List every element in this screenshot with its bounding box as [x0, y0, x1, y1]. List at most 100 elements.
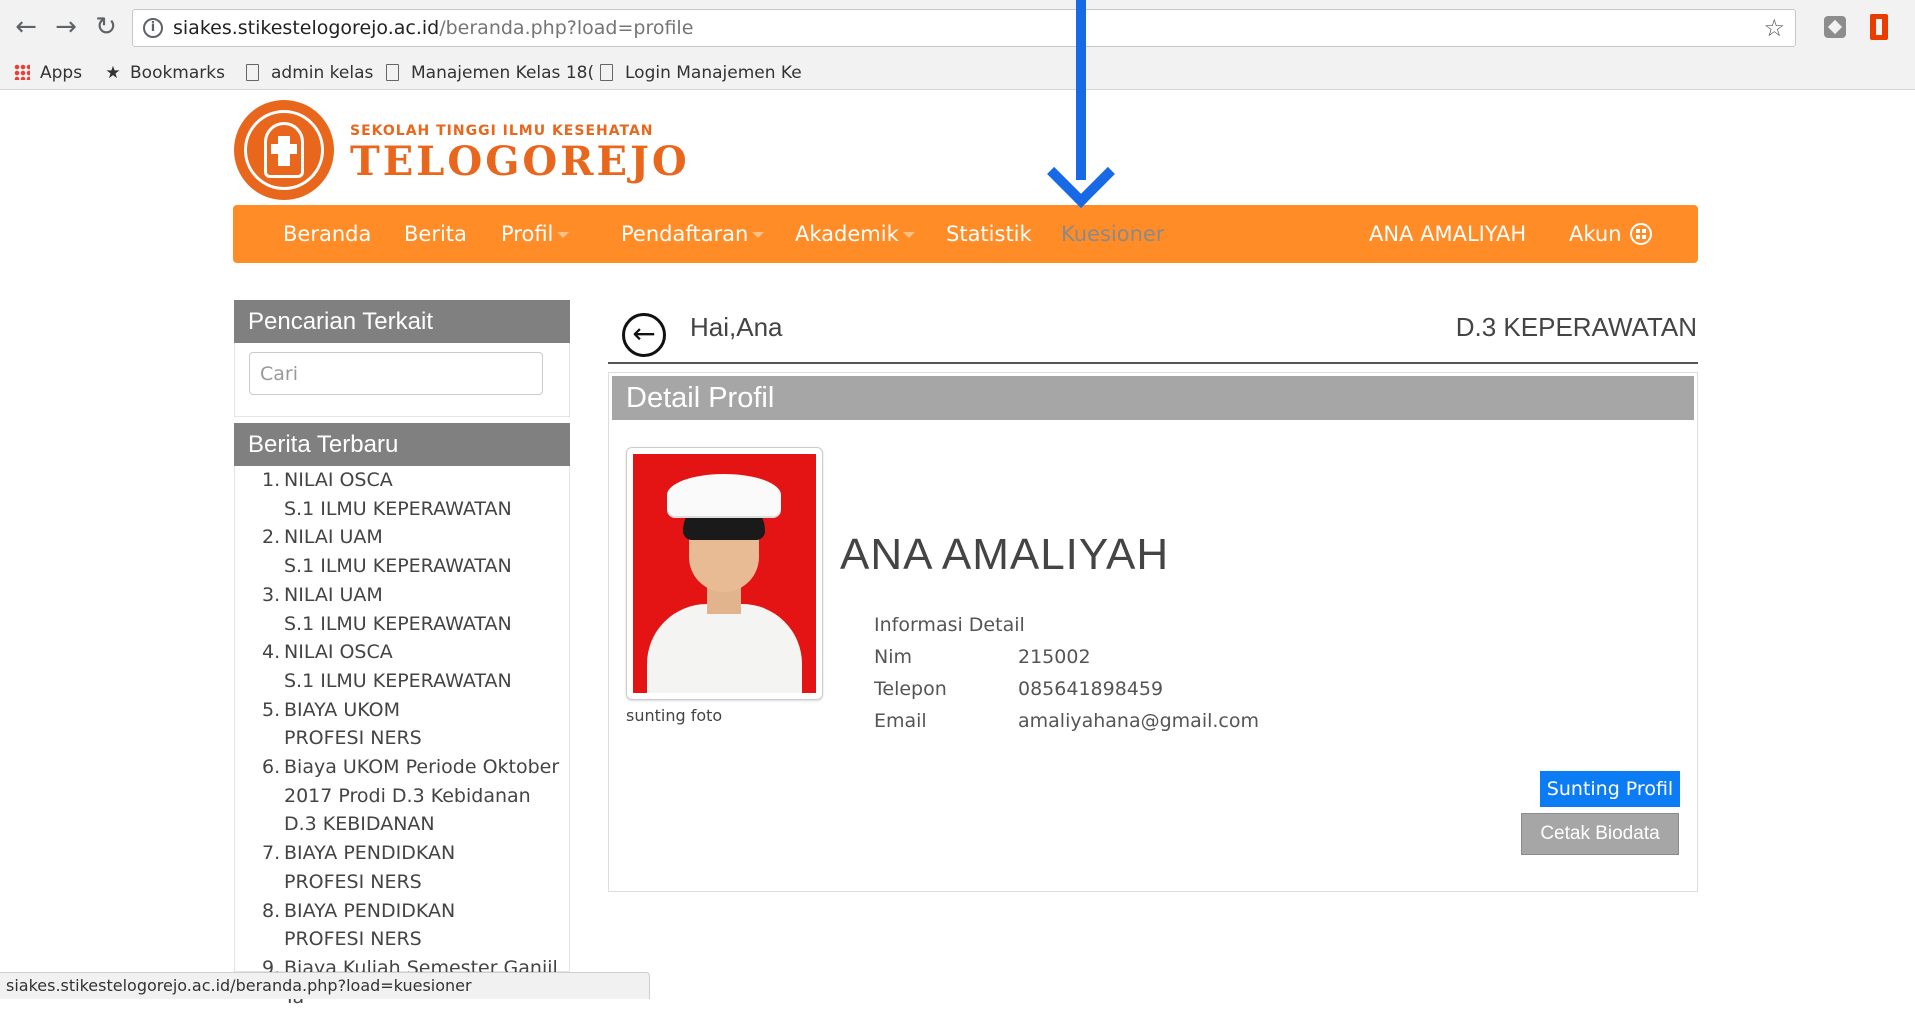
back-arrow-icon[interactable]: ←	[12, 12, 40, 42]
field-label: Nim	[874, 646, 912, 668]
list-item[interactable]: 2. NILAI UAM S.1 ILMU KEPERAWATAN	[262, 523, 562, 580]
edit-photo-link[interactable]: sunting foto	[626, 706, 722, 725]
bookmark-admin-kelas[interactable]: admin kelas	[246, 56, 373, 90]
url-host: siakes.stikestelogorejo.ac.id	[173, 17, 440, 39]
item-number: 3.	[262, 583, 281, 606]
nav-akademik[interactable]: Akademik	[795, 205, 915, 263]
item-number: 6.	[262, 756, 281, 779]
bookmark-label: Manajemen Kelas 18(	[411, 63, 595, 83]
field-label: Email	[874, 710, 927, 732]
logo-title[interactable]: TELOGOREJO	[350, 138, 690, 185]
student-name: ANA AMALIYAH	[840, 530, 1170, 579]
bookmark-login-manajemen[interactable]: Login Manajemen Ke	[600, 56, 802, 90]
profile-photo[interactable]	[626, 447, 823, 700]
bookmarks-bar: Apps ★ Bookmarks admin kelas Manajemen Ke…	[0, 56, 1915, 90]
bookmark-label: Apps	[40, 63, 83, 83]
caret-down-icon	[902, 232, 915, 238]
nav-label: Profil	[501, 222, 554, 246]
news-list: 1. NILAI OSCA S.1 ILMU KEPERAWATAN 2. NILAI…	[262, 466, 562, 1011]
url-path: /beranda.php?load=profile	[439, 17, 694, 39]
field-value: 085641898459	[1018, 678, 1164, 700]
news-title[interactable]: BIAYA PENDIDKAN	[284, 842, 455, 864]
office-extension-icon[interactable]	[1870, 14, 1888, 40]
nav-statistik[interactable]: Statistik	[946, 205, 1032, 263]
news-category: PROFESI NERS	[284, 727, 422, 750]
field-value: 215002	[1018, 646, 1091, 668]
list-item[interactable]: 7. BIAYA PENDIDKAN PROFESI NERS	[262, 839, 562, 896]
logo-emblem-icon[interactable]	[234, 100, 334, 200]
news-panel-title: Berita Terbaru	[234, 423, 570, 466]
item-number: 1.	[262, 469, 281, 491]
nav-pendaftaran[interactable]: Pendaftaran	[621, 205, 765, 263]
news-category: PROFESI NERS	[284, 928, 422, 951]
address-bar[interactable]: i siakes.stikestelogorejo.ac.id/beranda.…	[132, 9, 1796, 47]
status-bar-url: siakes.stikestelogorejo.ac.id/beranda.ph…	[0, 972, 650, 999]
print-biodata-button[interactable]: Cetak Biodata	[1521, 813, 1679, 855]
apps-grid-icon	[14, 64, 30, 80]
news-title[interactable]: NILAI UAM	[284, 526, 383, 548]
page-icon	[246, 64, 259, 81]
info-detail-title: Informasi Detail	[874, 614, 1025, 636]
bookmark-apps[interactable]: Apps	[14, 56, 82, 90]
field-label: Telepon	[874, 678, 947, 700]
bookmark-manajemen-kelas[interactable]: Manajemen Kelas 18(	[386, 56, 594, 90]
news-title[interactable]: BIAYA PENDIDKAN	[284, 900, 455, 922]
news-category: S.1 ILMU KEPERAWATAN	[284, 497, 512, 520]
caret-down-icon	[752, 232, 765, 238]
nav-label: Akademik	[795, 222, 899, 246]
news-category: PROFESI NERS	[284, 870, 422, 893]
page-icon	[386, 64, 399, 81]
bookmark-star-icon[interactable]: ☆	[1763, 14, 1785, 42]
news-category: S.1 ILMU KEPERAWATAN	[284, 555, 512, 578]
info-icon[interactable]: i	[143, 18, 163, 38]
forward-arrow-icon[interactable]: →	[52, 12, 80, 42]
news-category: D.3 KEBIDANAN	[284, 813, 435, 836]
nav-berita[interactable]: Berita	[404, 205, 467, 263]
nav-profil[interactable]: Profil	[501, 205, 570, 263]
info-row-telepon: Telepon 085641898459	[874, 678, 1163, 700]
greeting-text: Hai,Ana	[690, 312, 783, 342]
bookmark-label: Login Manajemen Ke	[625, 63, 802, 83]
nav-label: Akun	[1569, 222, 1622, 246]
study-program: D.3 KEPERAWATAN	[1455, 312, 1697, 342]
list-item[interactable]: 8. BIAYA PENDIDKAN PROFESI NERS	[262, 897, 562, 954]
item-number: 8.	[262, 899, 281, 922]
nav-label: Pendaftaran	[621, 222, 749, 246]
nav-kuesioner[interactable]: Kuesioner	[1061, 205, 1164, 263]
student-portrait	[633, 454, 816, 693]
list-item[interactable]: 5. BIAYA UKOM PROFESI NERS	[262, 696, 562, 753]
url-text[interactable]: siakes.stikestelogorejo.ac.id/beranda.ph…	[173, 10, 693, 46]
caret-down-icon	[557, 232, 570, 238]
nav-user-name[interactable]: ANA AMALIYAH	[1369, 205, 1526, 263]
news-title[interactable]: NILAI OSCA	[284, 469, 393, 491]
nav-akun[interactable]: Akun	[1569, 205, 1652, 263]
news-category: S.1 ILMU KEPERAWATAN	[284, 669, 512, 692]
bookmark-bookmarks[interactable]: ★ Bookmarks	[104, 56, 225, 90]
item-number: 2.	[262, 526, 281, 549]
news-title[interactable]: NILAI UAM	[284, 584, 383, 606]
info-row-email: Email amaliyahana@gmail.com	[874, 710, 1259, 732]
divider	[608, 362, 1698, 364]
news-title[interactable]: BIAYA UKOM	[284, 699, 400, 721]
list-item[interactable]: 1. NILAI OSCA S.1 ILMU KEPERAWATAN	[262, 466, 562, 523]
list-item[interactable]: 6. Biaya UKOM Periode Oktober 2017 Prodi …	[262, 753, 562, 839]
bookmark-label: Bookmarks	[130, 63, 225, 83]
star-icon: ★	[105, 63, 121, 83]
news-title[interactable]: NILAI OSCA	[284, 641, 393, 663]
info-row-nim: Nim 215002	[874, 646, 1091, 668]
list-item[interactable]: 3. NILAI UAM S.1 ILMU KEPERAWATAN	[262, 581, 562, 638]
nav-beranda[interactable]: Beranda	[283, 205, 371, 263]
bookmark-label: admin kelas	[271, 63, 374, 83]
item-number: 5.	[262, 698, 281, 721]
main-navbar: Beranda Berita Profil Pendaftaran Akadem…	[233, 205, 1698, 263]
item-number: 7.	[262, 842, 281, 865]
list-item[interactable]: 4. NILAI OSCA S.1 ILMU KEPERAWATAN	[262, 638, 562, 695]
page-icon	[600, 64, 613, 81]
edit-profile-button[interactable]: Sunting Profil	[1540, 771, 1680, 807]
extension-icon[interactable]	[1824, 16, 1846, 38]
news-title[interactable]: Biaya UKOM Periode Oktober 2017 Prodi D.…	[284, 756, 559, 807]
search-input[interactable]	[249, 352, 543, 395]
field-value: amaliyahana@gmail.com	[1018, 710, 1259, 732]
reload-icon[interactable]: ↻	[92, 12, 120, 42]
back-arrow-icon[interactable]: ←	[622, 313, 666, 357]
